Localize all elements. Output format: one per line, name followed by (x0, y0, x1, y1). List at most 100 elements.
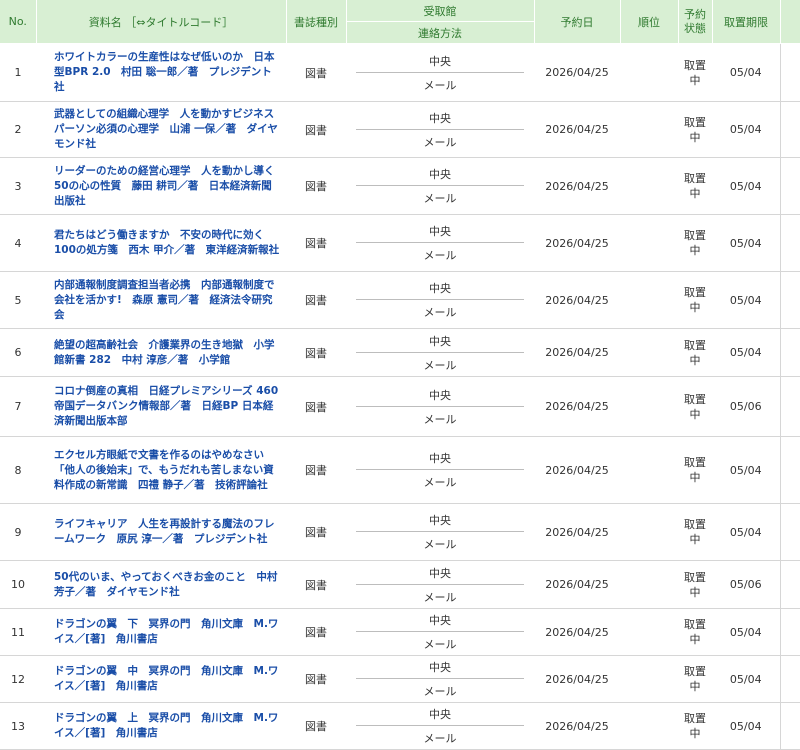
row-limit: 05/04 (712, 101, 780, 158)
row-no: 6 (0, 328, 36, 377)
row-date: 2026/04/25 (534, 503, 620, 561)
title-link[interactable]: 武器としての組織心理学 人を動かすビジネスパーソン必須の心理学 山浦 一保／著 … (54, 107, 282, 152)
row-branch-cell: 中央 メール (346, 702, 534, 750)
row-no: 4 (0, 214, 36, 272)
title-link[interactable]: リーダーのための経営心理学 人を動かし導く50の心の性質 藤田 耕司／著 日本経… (54, 164, 282, 209)
row-type: 図書 (286, 608, 346, 656)
row-state-text: 取置中 (684, 518, 706, 546)
row-extra (779, 157, 800, 215)
header-limit: 取置期限 (712, 0, 781, 44)
row-title-cell: ライフキャリア 人生を再設計する魔法のフレームワーク 原尻 淳一／著 プレジデン… (36, 503, 286, 561)
table-row: 2 武器としての組織心理学 人を動かすビジネスパーソン必須の心理学 山浦 一保／著… (0, 101, 800, 158)
row-state-text: 取置中 (684, 338, 706, 367)
table-row: 3 リーダーのための経営心理学 人を動かし導く50の心の性質 藤田 耕司／著 日本… (0, 157, 800, 215)
row-extra (779, 271, 800, 329)
row-no: 3 (0, 157, 36, 215)
title-link[interactable]: ドラゴンの翼 下 冥界の門 角川文庫 M.ワイス／[著] 角川書店 (54, 617, 282, 647)
row-extra (779, 436, 800, 504)
row-rank (620, 376, 678, 437)
row-no: 10 (0, 560, 36, 609)
row-date: 2026/04/25 (534, 702, 620, 750)
row-branch-cell: 中央 メール (346, 376, 534, 437)
row-branch-cell: 中央 メール (346, 503, 534, 561)
row-branch: 中央 (356, 110, 524, 130)
row-extra (779, 702, 800, 750)
title-link[interactable]: エクセル方眼紙で文書を作るのはやめなさい 「他人の後始末」で、もうだれも苦しまな… (54, 448, 282, 493)
title-link[interactable]: ライフキャリア 人生を再設計する魔法のフレームワーク 原尻 淳一／著 プレジデン… (54, 517, 282, 547)
row-title-cell: エクセル方眼紙で文書を作るのはやめなさい 「他人の後始末」で、もうだれも苦しまな… (36, 436, 286, 504)
header-no: No. (0, 0, 37, 44)
row-extra (779, 503, 800, 561)
row-contact: メール (423, 638, 457, 651)
row-branch: 中央 (356, 223, 524, 243)
row-contact: メール (423, 78, 457, 92)
row-limit: 05/04 (712, 436, 780, 504)
table-row: 13 ドラゴンの翼 上 冥界の門 角川文庫 M.ワイス／[著] 角川書店 図書 中央メ… (0, 702, 800, 750)
table-row: 10 50代のいま、やっておくべきお金のこと 中村 芳子／著 ダイヤモンド社 図書中… (0, 560, 800, 609)
row-state: 取置中 (678, 655, 712, 703)
row-title-cell: ドラゴンの翼 下 冥界の門 角川文庫 M.ワイス／[著] 角川書店 (36, 608, 286, 656)
row-state-text: 取置中 (684, 115, 706, 144)
row-branch: 中央 (356, 659, 524, 679)
header-date: 予約日 (534, 0, 621, 44)
row-contact: メール (423, 358, 457, 372)
row-type: 図書 (286, 157, 346, 215)
row-limit: 05/04 (712, 608, 780, 656)
row-branch-cell: 中央 メール (346, 157, 534, 215)
row-state: 取置中 (678, 436, 712, 504)
row-rank (620, 503, 678, 561)
header-contact: 連絡方法 (346, 21, 535, 44)
row-state: 取置中 (678, 560, 712, 609)
row-state-text: 取置中 (684, 229, 706, 257)
row-extra (779, 328, 800, 377)
row-limit: 05/06 (712, 560, 780, 609)
header-state: 予約状態 (678, 0, 713, 44)
title-link[interactable]: コロナ倒産の真相 日経プレミアシリーズ 460 帝国データバンク情報部／著 日経… (54, 384, 289, 429)
title-link[interactable]: ホワイトカラーの生産性はなぜ低いのか 日本型BPR 2.0 村田 聡一郎／著 プ… (54, 50, 282, 95)
title-link[interactable]: 内部通報制度調査担当者必携 内部通報制度で会社を活かす! 森原 憲司／著 経済法… (54, 278, 282, 323)
row-state: 取置中 (678, 157, 712, 215)
row-state: 取置中 (678, 43, 712, 102)
row-limit: 05/04 (712, 214, 780, 272)
row-extra (779, 101, 800, 158)
row-date: 2026/04/25 (534, 43, 620, 102)
row-state: 取置中 (678, 503, 712, 561)
row-rank (620, 608, 678, 656)
row-limit: 05/04 (712, 328, 780, 377)
row-limit: 05/04 (712, 503, 780, 561)
row-type: 図書 (286, 214, 346, 272)
row-contact: メール (423, 192, 457, 205)
table-row: 7 コロナ倒産の真相 日経プレミアシリーズ 460 帝国データバンク情報部／著 日… (0, 376, 800, 437)
row-state: 取置中 (678, 702, 712, 750)
row-branch: 中央 (356, 512, 524, 532)
row-branch-cell: 中央 メール (346, 271, 534, 329)
row-state: 取置中 (678, 214, 712, 272)
row-title-cell: 君たちはどう働きますか 不安の時代に効く100の処方箋 西木 甲介／著 東洋経済… (36, 214, 286, 272)
row-rank (620, 43, 678, 102)
row-contact: メール (423, 412, 457, 426)
row-state: 取置中 (678, 328, 712, 377)
row-extra (779, 214, 800, 272)
title-link[interactable]: ドラゴンの翼 上 冥界の門 角川文庫 M.ワイス／[著] 角川書店 (54, 711, 282, 741)
row-rank (620, 328, 678, 377)
title-link[interactable]: 絶望の超高齢社会 介護業界の生き地獄 小学館新書 282 中村 淳彦／著 小学館 (54, 338, 282, 368)
row-limit: 05/04 (712, 157, 780, 215)
header-rank: 順位 (620, 0, 679, 44)
row-state: 取置中 (678, 376, 712, 437)
row-title-cell: リーダーのための経営心理学 人を動かし導く50の心の性質 藤田 耕司／著 日本経… (36, 157, 286, 215)
header-branch: 受取館 (346, 0, 535, 22)
row-state: 取置中 (678, 271, 712, 329)
row-branch: 中央 (356, 53, 524, 73)
row-type: 図書 (286, 503, 346, 561)
title-link[interactable]: 50代のいま、やっておくべきお金のこと 中村 芳子／著 ダイヤモンド社 (54, 570, 282, 600)
row-rank (620, 214, 678, 272)
title-link[interactable]: ドラゴンの翼 中 冥界の門 角川文庫 M.ワイス／[著] 角川書店 (54, 664, 282, 694)
row-type: 図書 (286, 560, 346, 609)
title-link[interactable]: 君たちはどう働きますか 不安の時代に効く100の処方箋 西木 甲介／著 東洋経済… (54, 228, 282, 258)
row-date: 2026/04/25 (534, 608, 620, 656)
table-row: 1 ホワイトカラーの生産性はなぜ低いのか 日本型BPR 2.0 村田 聡一郎／著 … (0, 43, 800, 102)
reservation-table: No. 資料名 ［⇔タイトルコード］ 書誌種別 受取館 予約日 順位 予約状態 … (0, 0, 800, 750)
row-branch: 中央 (356, 387, 524, 407)
row-state-text: 取置中 (684, 665, 706, 693)
row-date: 2026/04/25 (534, 328, 620, 377)
